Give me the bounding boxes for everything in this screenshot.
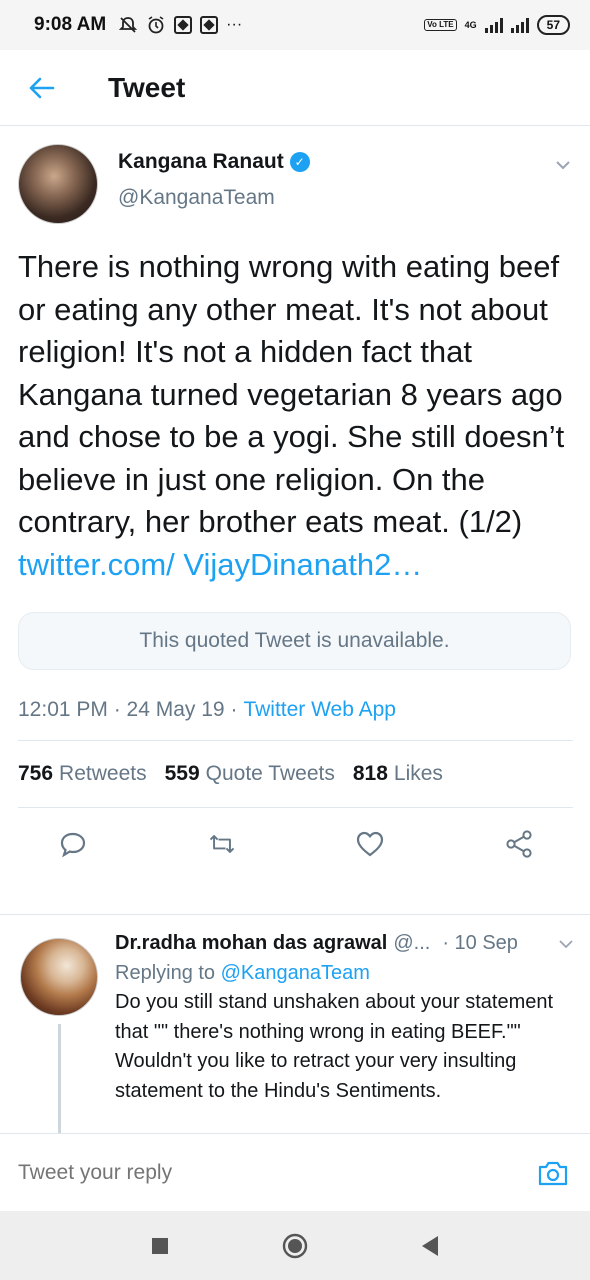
tweet-meta: 12:01 PM · 24 May 19 · Twitter Web App [18,692,574,728]
main-tweet: Kangana Ranaut ✓ @KanganaTeam There is n… [18,126,574,880]
reply-text: Do you still stand unshaken about your s… [115,991,554,1102]
author-info[interactable]: Kangana Ranaut ✓ @KanganaTeam [118,150,310,210]
tweet-author-row: Kangana Ranaut ✓ @KanganaTeam [18,126,574,230]
quotes-label: Quote Tweets [205,762,335,785]
camera-icon[interactable] [536,1156,570,1190]
arrow-left-icon[interactable] [28,74,56,102]
reply-author-name[interactable]: Dr.radha mohan das agrawal [115,932,387,955]
retweets-label: Retweets [59,762,147,785]
chevron-down-icon[interactable] [554,156,572,174]
page-title: Tweet [108,71,186,103]
retweets-count: 756 [18,762,54,785]
home-icon[interactable] [280,1231,310,1261]
retweets-stat[interactable]: 756 Retweets [18,762,147,786]
reply-icon[interactable] [58,829,88,859]
reply-body: Dr.radha mohan das agrawal @... · 10 Sep… [115,928,574,1106]
status-bar: 9:08 AM ··· Vo LTE 4G 57 [0,0,590,50]
likes-count: 818 [352,762,388,785]
author-name-text: Kangana Ranaut [118,150,284,173]
tweet-actions [18,808,574,880]
network-type-label: 4G [464,20,477,30]
chevron-down-icon[interactable] [558,935,574,951]
avatar[interactable] [18,144,98,224]
reply-author-handle: @... [393,931,431,954]
tweet-body: There is nothing wrong with eating beef … [18,249,565,539]
replying-handle-link[interactable]: @KanganaTeam [221,962,370,984]
app-notification-icon [200,16,219,34]
quote-tweets-stat[interactable]: 559 Quote Tweets [165,762,335,786]
app-notification-icon [174,16,193,34]
tweet-source-link[interactable]: Twitter Web App [243,698,396,722]
author-name[interactable]: Kangana Ranaut ✓ [118,150,310,174]
thread-line [58,1024,61,1133]
tweet-text: There is nothing wrong with eating beef … [18,246,574,586]
tweet-timestamp: 12:01 PM · 24 May 19 · [18,698,238,721]
divider [0,914,590,915]
battery-indicator: 57 [536,15,570,35]
avatar[interactable] [20,938,98,1016]
verified-badge-icon: ✓ [289,152,310,172]
status-notification-icons: ··· [118,15,242,35]
reply-tweet[interactable]: Dr.radha mohan das agrawal @... · 10 Sep… [18,928,574,1133]
signal-icon [510,17,529,33]
tweet-link[interactable]: twitter.com/ VijayDinanath2… [18,547,422,582]
top-app-bar: Tweet [0,50,590,126]
quotes-count: 559 [164,762,200,785]
status-time: 9:08 AM [34,14,107,35]
likes-label: Likes [393,762,443,785]
share-icon[interactable] [504,829,534,859]
like-icon[interactable] [355,829,385,859]
reply-timestamp: · 10 Sep [442,931,518,954]
retweet-icon[interactable] [207,829,237,859]
likes-stat[interactable]: 818 Likes [353,762,443,786]
signal-icon [484,17,503,33]
tweet-stats: 756 Retweets 559 Quote Tweets 818 Likes [18,741,574,807]
quoted-tweet-card[interactable]: This quoted Tweet is unavailable. [18,612,571,670]
volte-icon: Vo LTE [424,19,457,31]
recents-icon[interactable] [145,1231,175,1261]
reply-input[interactable] [18,1160,536,1185]
replying-to: Replying to @KanganaTeam [115,958,574,988]
reply-header: Dr.radha mohan das agrawal @... · 10 Sep [115,928,574,958]
mute-bell-icon [118,17,138,33]
alarm-icon [148,16,164,34]
replying-prefix: Replying to [115,962,221,984]
author-handle: @KanganaTeam [118,186,275,209]
system-nav-bar [0,1211,590,1280]
quoted-unavailable-text: This quoted Tweet is unavailable. [139,629,450,652]
more-notifications-icon: ··· [226,16,243,33]
status-system-icons: Vo LTE 4G 57 [424,15,570,35]
reply-composer [0,1133,590,1211]
back-triangle-icon[interactable] [415,1231,445,1261]
